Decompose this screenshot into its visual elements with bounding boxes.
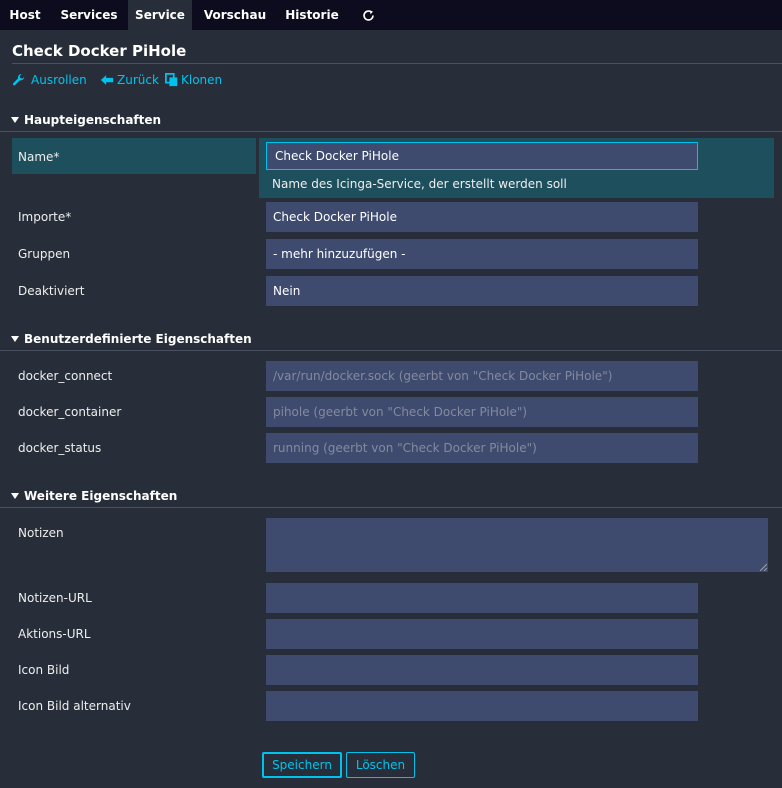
section-custom-header[interactable]: Benutzerdefinierte Eigenschaften bbox=[11, 332, 252, 346]
icon-image-alt-input[interactable] bbox=[266, 691, 698, 721]
section-custom-title: Benutzerdefinierte Eigenschaften bbox=[24, 332, 252, 346]
tab-service[interactable]: Service bbox=[128, 0, 192, 30]
docker-container-label: docker_container bbox=[18, 405, 122, 419]
docker-status-label: docker_status bbox=[18, 441, 102, 455]
back-label: Zurück bbox=[117, 73, 159, 87]
clone-label: Klonen bbox=[181, 73, 223, 87]
groups-label: Gruppen bbox=[18, 247, 71, 261]
icon-image-label: Icon Bild bbox=[18, 663, 70, 677]
refresh-icon[interactable] bbox=[354, 0, 382, 30]
docker-connect-input[interactable]: /var/run/docker.sock (geerbt von "Check … bbox=[266, 361, 698, 391]
tab-services[interactable]: Services bbox=[53, 0, 125, 30]
action-url-input[interactable] bbox=[266, 619, 698, 649]
rollout-link[interactable]: Ausrollen bbox=[12, 73, 87, 87]
icon-image-input[interactable] bbox=[266, 655, 698, 685]
notes-url-label: Notizen-URL bbox=[18, 591, 92, 605]
name-input[interactable]: Check Docker PiHole bbox=[266, 142, 698, 170]
wrench-icon bbox=[12, 73, 26, 87]
clone-link[interactable]: Klonen bbox=[165, 73, 222, 87]
notes-label: Notizen bbox=[18, 526, 64, 540]
caret-down-icon bbox=[11, 336, 19, 342]
back-link[interactable]: Zurück bbox=[100, 73, 159, 87]
rollout-label: Ausrollen bbox=[31, 73, 87, 87]
name-label: Name* bbox=[18, 150, 60, 164]
caret-down-icon bbox=[11, 117, 19, 123]
resize-handle-icon[interactable] bbox=[759, 563, 767, 571]
delete-button[interactable]: Löschen bbox=[346, 752, 415, 778]
disabled-label: Deaktiviert bbox=[18, 284, 85, 298]
section-divider bbox=[0, 507, 782, 508]
copy-icon bbox=[165, 73, 179, 87]
notes-url-input[interactable] bbox=[266, 583, 698, 613]
tab-history[interactable]: Historie bbox=[278, 0, 346, 30]
section-main-title: Haupteigenschaften bbox=[24, 113, 162, 127]
icon-image-alt-label: Icon Bild alternativ bbox=[18, 699, 131, 713]
section-divider bbox=[0, 131, 782, 132]
save-button[interactable]: Speichern bbox=[262, 752, 342, 778]
docker-status-input[interactable]: running (geerbt von "Check Docker PiHole… bbox=[266, 433, 698, 463]
disabled-select[interactable]: Nein bbox=[266, 276, 698, 306]
title-divider bbox=[12, 63, 782, 64]
name-hint: Name des Icinga-Service, der erstellt we… bbox=[272, 177, 567, 191]
tab-bar: Host Services Service Vorschau Historie bbox=[0, 0, 782, 30]
action-url-label: Aktions-URL bbox=[18, 627, 91, 641]
docker-connect-label: docker_connect bbox=[18, 369, 113, 383]
groups-select[interactable]: - mehr hinzuzufügen - bbox=[266, 239, 698, 269]
tab-host[interactable]: Host bbox=[0, 0, 50, 30]
section-main-header[interactable]: Haupteigenschaften bbox=[11, 113, 161, 127]
caret-down-icon bbox=[11, 493, 19, 499]
arrow-left-icon bbox=[100, 73, 114, 87]
section-divider bbox=[0, 350, 782, 351]
section-more-header[interactable]: Weitere Eigenschaften bbox=[11, 489, 177, 503]
imports-label: Importe* bbox=[18, 210, 72, 224]
page-title: Check Docker PiHole bbox=[12, 42, 187, 60]
notes-textarea[interactable] bbox=[266, 518, 768, 572]
section-more-title: Weitere Eigenschaften bbox=[24, 489, 178, 503]
imports-input[interactable]: Check Docker PiHole bbox=[266, 202, 698, 232]
tab-preview[interactable]: Vorschau bbox=[196, 0, 274, 30]
docker-container-input[interactable]: pihole (geerbt von "Check Docker PiHole"… bbox=[266, 397, 698, 427]
